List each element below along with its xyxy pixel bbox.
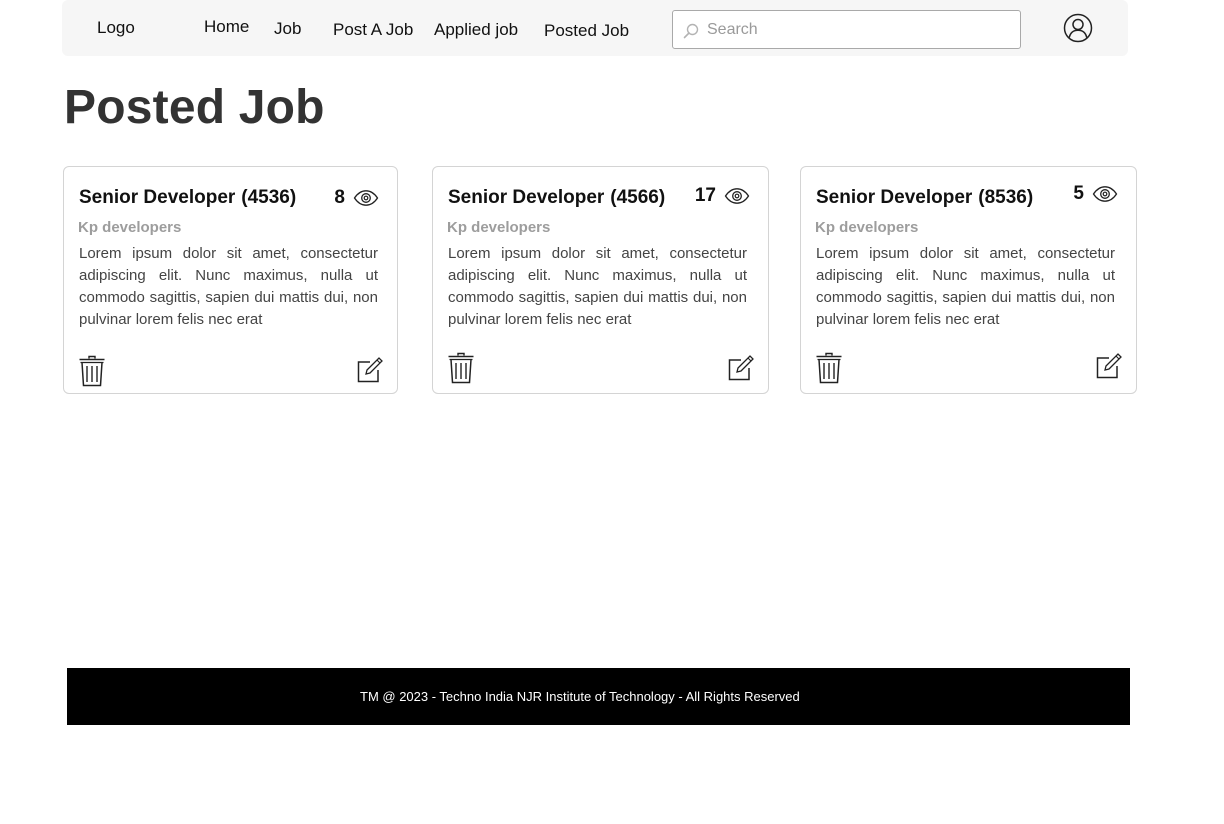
nav-link-home[interactable]: Home (204, 17, 249, 37)
trash-icon[interactable] (815, 352, 843, 384)
job-title-text: Senior Developer (79, 187, 236, 208)
job-card: Senior Developer (4536) 8 Kp developers L… (63, 166, 398, 394)
search-input[interactable] (705, 17, 1009, 43)
job-id: (4566) (610, 187, 666, 208)
job-title-text: Senior Developer (816, 187, 973, 208)
job-description: Lorem ipsum dolor sit amet, consectetur … (79, 245, 378, 328)
job-title-text: Senior Developer (448, 187, 605, 208)
job-title: Senior Developer (4536) (79, 187, 296, 209)
eye-icon[interactable] (724, 187, 750, 205)
nav-link-posted-job[interactable]: Posted Job (544, 21, 629, 41)
footer: TM @ 2023 - Techno India NJR Institute o… (67, 668, 1130, 725)
navbar: Logo Home Job Post A Job Applied job Pos… (62, 0, 1128, 56)
job-id: (4536) (241, 187, 297, 208)
search-icon (683, 23, 699, 39)
view-count: 17 (694, 185, 716, 206)
page: Logo Home Job Post A Job Applied job Pos… (0, 0, 1224, 824)
nav-link-post-a-job[interactable]: Post A Job (333, 20, 413, 40)
job-id: (8536) (978, 187, 1034, 208)
nav-link-job[interactable]: Job (274, 19, 301, 39)
view-count: 5 (1073, 183, 1084, 204)
footer-text: TM @ 2023 - Techno India NJR Institute o… (360, 689, 800, 704)
nav-link-applied-job[interactable]: Applied job (434, 20, 518, 40)
job-title: Senior Developer (4566) (448, 187, 665, 209)
edit-icon[interactable] (728, 355, 754, 381)
trash-icon[interactable] (447, 352, 475, 384)
edit-icon[interactable] (1096, 353, 1122, 379)
logo: Logo (97, 18, 135, 37)
job-card: Senior Developer (4566) 17 Kp developers … (432, 166, 769, 394)
job-description: Lorem ipsum dolor sit amet, consectetur … (448, 245, 747, 328)
view-counter: 8 (334, 187, 379, 209)
company-name: Kp developers (78, 219, 182, 236)
job-title: Senior Developer (8536) (816, 187, 1033, 209)
page-title: Posted Job (64, 81, 325, 134)
trash-icon[interactable] (78, 355, 106, 387)
search-box[interactable] (672, 10, 1021, 49)
view-counter: 5 (1073, 183, 1118, 205)
view-counter: 17 (695, 185, 750, 207)
company-name: Kp developers (447, 219, 551, 236)
view-count: 8 (334, 187, 345, 208)
job-description: Lorem ipsum dolor sit amet, consectetur … (816, 245, 1115, 328)
company-name: Kp developers (815, 219, 919, 236)
user-icon[interactable] (1063, 13, 1093, 43)
eye-icon[interactable] (353, 189, 379, 207)
edit-icon[interactable] (357, 357, 383, 383)
job-card: Senior Developer (8536) 5 Kp developers L… (800, 166, 1137, 394)
eye-icon[interactable] (1092, 185, 1118, 203)
